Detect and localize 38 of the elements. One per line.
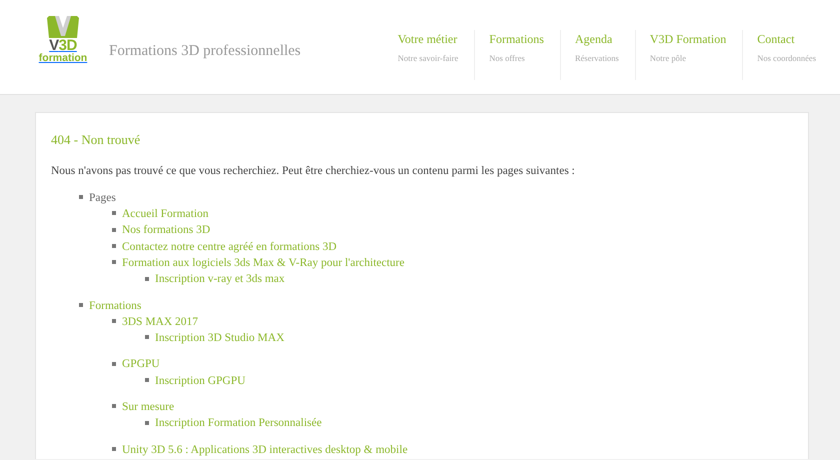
sitemap-link[interactable]: Formations [89, 300, 142, 312]
sitemap-link[interactable]: Inscription v-ray et 3ds max [155, 273, 285, 286]
sitemap-link[interactable]: Inscription GPGPU [155, 374, 246, 387]
bullet-icon [112, 319, 116, 324]
sitemap-link[interactable]: Sur mesure [122, 401, 174, 414]
nav-menu-item[interactable]: Formations Nos offres [474, 30, 560, 80]
bullet-icon [145, 378, 149, 382]
sitemap-link[interactable]: Unity 3D 5.6 : Applications 3D interactives desktop & mobile [122, 444, 408, 456]
logo-mark-icon [46, 16, 80, 38]
nav-menu-item[interactable]: Contact Nos coordonnées [742, 30, 832, 80]
site-tagline: Formations 3D professionnelles [109, 42, 301, 61]
nav-menu-item[interactable]: Agenda Réservations [560, 30, 635, 80]
message-text: Nous n'avons pas trouvé ce que vous recherchiez. Peut être cherchiez-vous un contenu parmi les pages suivantes : [51, 164, 576, 178]
bullet-icon [145, 276, 149, 281]
nav-menu-item[interactable]: Votre métier Notre savoir-faire [384, 30, 474, 80]
bullet-icon [112, 404, 116, 408]
sitemap-heading: Pages [89, 192, 116, 204]
bullet-icon [112, 228, 116, 232]
sitemap-link[interactable]: 3DS MAX 2017 [122, 316, 198, 328]
bullet-icon [112, 362, 116, 366]
bullet-icon [145, 335, 149, 340]
bullet-icon [112, 244, 116, 248]
sitemap-link[interactable]: Contactez notre centre agréé en formations 3D [122, 240, 337, 253]
bullet-icon [112, 446, 116, 451]
bullet-icon [112, 260, 116, 264]
bullet-icon [79, 195, 83, 200]
bullet-icon [145, 420, 149, 425]
bullet-icon [79, 302, 83, 307]
sitemap-link[interactable]: Inscription 3D Studio MAX [155, 332, 284, 344]
bullet-icon [112, 211, 116, 216]
sitemap-link[interactable]: GPGPU [122, 358, 160, 370]
sitemap-link[interactable]: Accueil Formation [122, 208, 209, 220]
logo[interactable]: V3D formation [33, 16, 93, 72]
sitemap-link[interactable]: Formation aux logiciels 3ds Max & V-Ray pour l'architecture [122, 256, 404, 269]
page-heading: 404 - Non trouvé [51, 131, 142, 149]
nav-menu-item[interactable]: V3D Formation Notre pôle [634, 30, 742, 80]
sitemap-link[interactable]: Nos formations 3D [122, 224, 210, 236]
sitemap-link[interactable]: Inscription Formation Personnalisée [155, 417, 322, 430]
